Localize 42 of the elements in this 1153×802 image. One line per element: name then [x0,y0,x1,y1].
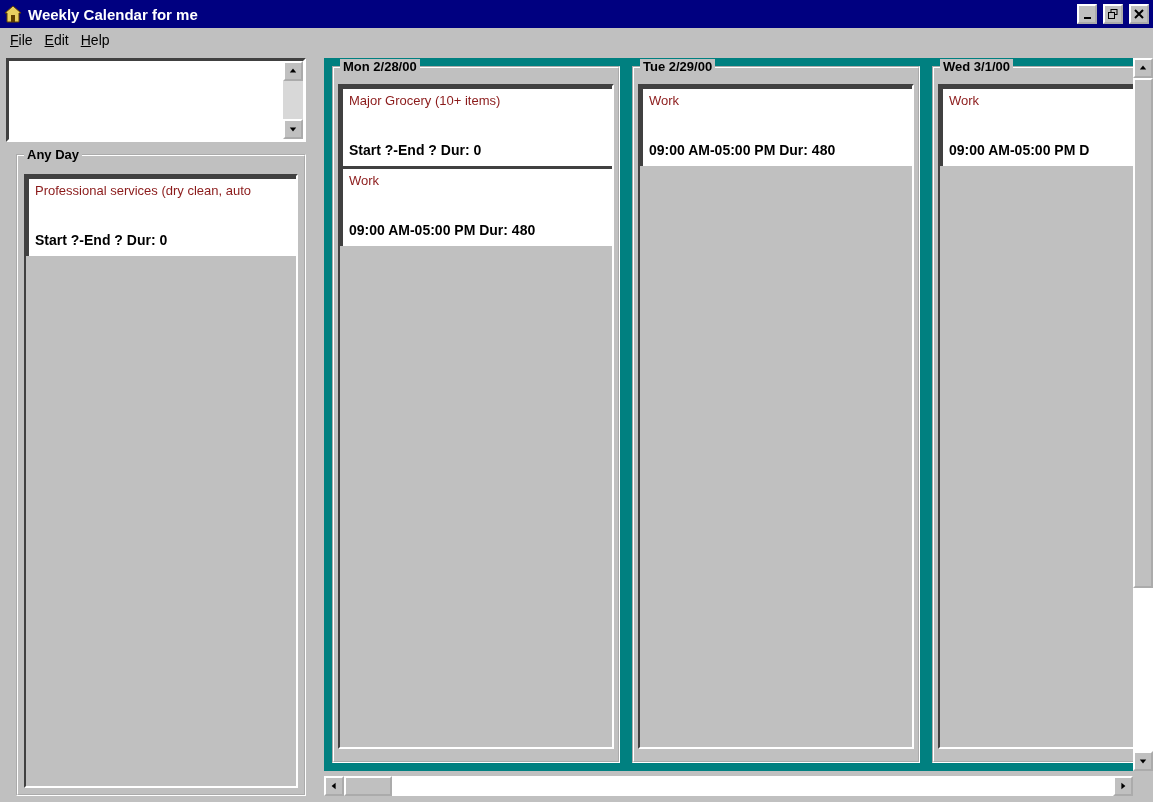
day-label: Tue 2/29/00 [640,59,716,74]
up-arrow-icon [1139,64,1147,72]
day-label: Mon 2/28/00 [340,59,420,74]
scroll-thumb[interactable] [1133,78,1153,588]
calendar-entry[interactable]: Major Grocery (10+ items) Start ?-End ? Dur: 0 [340,86,612,166]
house-icon [4,5,22,23]
calendar-entry[interactable]: Work 09:00 AM-05:00 PM D [940,86,1133,166]
scroll-thumb[interactable] [344,776,392,796]
entry-time: 09:00 AM-05:00 PM Dur: 480 [349,222,537,238]
down-arrow-icon [1139,757,1147,765]
entry-time: Start ?-End ? Dur: 0 [349,142,483,158]
minimize-button[interactable] [1077,4,1097,24]
restore-button[interactable] [1103,4,1123,24]
entry-title: Work [949,93,981,108]
entry-title: Work [649,93,681,108]
close-button[interactable] [1129,4,1149,24]
menu-item[interactable]: Edit [40,32,73,52]
calendar-entry[interactable]: Work 09:00 AM-05:00 PM Dur: 480 [640,86,912,166]
entry-title: Work [349,173,381,188]
entry-time: 09:00 AM-05:00 PM Dur: 480 [649,142,837,158]
day-label: Wed 3/1/00 [940,59,1013,74]
calendar-entry[interactable]: Professional services (dry clean, auto Start ?-End ? Dur: 0 [26,176,296,256]
calendar-entry[interactable]: Work 09:00 AM-05:00 PM Dur: 480 [340,166,612,246]
restore-icon [1108,9,1118,19]
scrollbar[interactable] [283,61,303,139]
notes-field[interactable] [6,58,306,142]
close-icon [1134,9,1144,19]
window-title: Weekly Calendar for me [28,5,199,23]
minimize-icon [1083,17,1091,19]
entry-title: Major Grocery (10+ items) [349,93,502,108]
menu-item[interactable]: Help [76,32,114,52]
up-arrow-icon [289,67,297,75]
left-arrow-icon [330,782,338,790]
down-arrow-icon [289,125,297,133]
right-arrow-icon [1119,782,1127,790]
group-label: Any Day [24,147,83,162]
entry-time: Start ?-End ? Dur: 0 [35,232,169,248]
entry-time: 09:00 AM-05:00 PM D [949,142,1091,158]
entry-title: Professional services (dry clean, auto [35,183,253,198]
menu-item[interactable]: File [6,32,37,52]
vertical-scrollbar[interactable] [1133,58,1153,771]
horizontal-scrollbar[interactable] [324,776,1133,796]
